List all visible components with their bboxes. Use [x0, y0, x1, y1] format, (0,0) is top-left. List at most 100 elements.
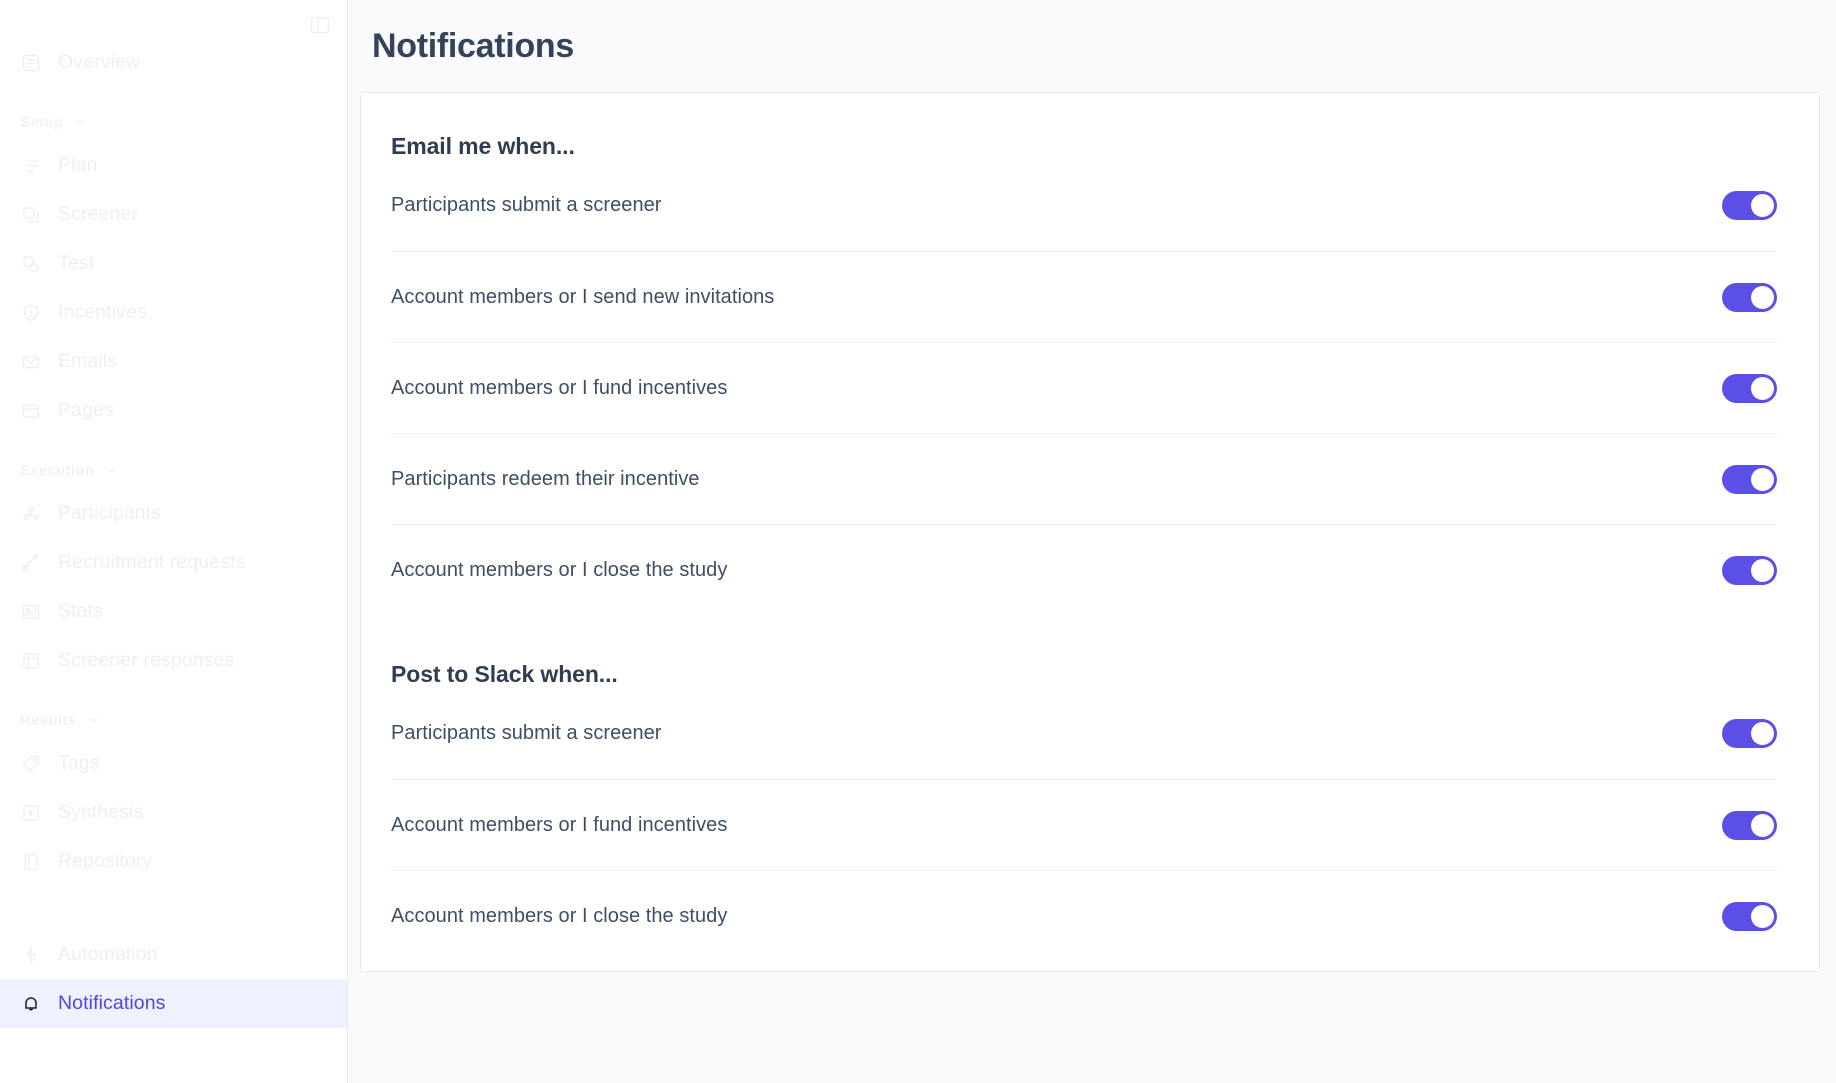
notification-row: Participants redeem their incentive	[391, 433, 1777, 524]
notification-label: Account members or I fund incentives	[391, 813, 728, 836]
notification-label: Account members or I close the study	[391, 904, 728, 927]
section-heading-slack: Post to Slack when...	[391, 661, 618, 687]
sidebar-item-label: Plan	[58, 154, 98, 176]
toggle-knob	[1751, 194, 1774, 217]
sidebar-item-label: Tags	[58, 752, 100, 774]
sidebar-item-screener-responses[interactable]: Screener responses	[0, 636, 347, 685]
sidebar-item-synthesis[interactable]: Synthesis	[0, 788, 347, 837]
sidebar: Overview Setup Plan Screener Test Incent…	[0, 0, 348, 1083]
chevron-down-icon	[73, 115, 87, 129]
notification-toggle[interactable]	[1722, 719, 1777, 748]
sidebar-item-label: Test	[58, 252, 95, 274]
sidebar-item-notifications[interactable]: Notifications	[0, 979, 347, 1028]
sidebar-group-setup[interactable]: Setup	[0, 103, 347, 141]
sidebar-item-label: Emails	[58, 350, 118, 372]
bell-icon	[20, 993, 42, 1015]
notification-toggle[interactable]	[1722, 464, 1777, 494]
list-icon	[20, 155, 42, 177]
toggle-knob	[1751, 558, 1774, 582]
slack-notification-rows: Participants submit a screener Account m…	[391, 688, 1777, 961]
notification-label: Account members or I close the study	[391, 558, 728, 581]
sidebar-item-label: Repository	[58, 850, 153, 872]
notification-label: Account members or I send new invitation…	[391, 285, 775, 308]
section-heading-email: Email me when...	[391, 133, 575, 159]
sidebar-item-label: Stats	[58, 600, 103, 622]
sidebar-item-tags[interactable]: Tags	[0, 739, 347, 788]
sparkle-grid-icon	[20, 802, 42, 824]
megaphone-icon	[20, 552, 42, 574]
panel-collapse-icon[interactable]	[305, 10, 335, 40]
sidebar-group-label: Execution	[20, 461, 95, 479]
sidebar-item-label: Notifications	[58, 992, 166, 1014]
sidebar-item-automation[interactable]: Automation	[0, 930, 347, 979]
notification-row: Participants submit a screener	[391, 160, 1777, 251]
chevron-down-icon	[86, 713, 100, 727]
sidebar-item-participants[interactable]: Participants	[0, 489, 347, 538]
sidebar-item-stats[interactable]: Stats	[0, 587, 347, 636]
page-title: Notifications	[372, 27, 574, 65]
sidebar-item-plan[interactable]: Plan	[0, 141, 347, 190]
notifications-settings-card: Email me when... Participants submit a s…	[360, 92, 1820, 972]
notification-row: Participants submit a screener	[391, 688, 1777, 779]
notification-toggle[interactable]	[1722, 191, 1777, 220]
toggle-knob	[1751, 467, 1774, 491]
app-root: Overview Setup Plan Screener Test Incent…	[0, 0, 1836, 1083]
envelope-icon	[20, 351, 42, 373]
tag-icon	[20, 753, 42, 775]
sidebar-group-execution[interactable]: Execution	[0, 451, 347, 489]
sidebar-item-incentives[interactable]: Incentives	[0, 288, 347, 337]
sidebar-item-label: Incentives	[58, 301, 147, 323]
notification-label: Participants submit a screener	[391, 194, 662, 216]
people-icon	[20, 503, 42, 525]
sidebar-group-results[interactable]: Results	[0, 701, 347, 739]
email-notification-rows: Participants submit a screener Account m…	[391, 160, 1777, 615]
notification-label: Account members or I fund incentives	[391, 376, 728, 399]
sidebar-nav: Overview Setup Plan Screener Test Incent…	[0, 0, 347, 1028]
lightning-icon	[20, 944, 42, 966]
window-icon	[20, 400, 42, 422]
sidebar-item-overview[interactable]: Overview	[0, 38, 347, 87]
notification-row: Account members or I send new invitation…	[391, 251, 1777, 342]
notification-row: Account members or I fund incentives	[391, 342, 1777, 433]
sidebar-group-label: Setup	[20, 113, 64, 131]
sidebar-item-label: Pages	[58, 399, 114, 421]
sidebar-item-label: Screener responses	[58, 649, 235, 671]
notification-toggle[interactable]	[1722, 901, 1777, 931]
toggle-knob	[1751, 376, 1774, 400]
notification-row: Account members or I close the study	[391, 870, 1777, 961]
chevron-down-icon	[104, 463, 118, 477]
sidebar-item-label: Screener	[58, 203, 138, 225]
notification-toggle[interactable]	[1722, 555, 1777, 585]
notification-row: Account members or I close the study	[391, 524, 1777, 615]
notification-label: Participants submit a screener	[391, 722, 662, 744]
table-icon	[20, 650, 42, 672]
sidebar-item-label: Overview	[58, 51, 141, 73]
notification-toggle[interactable]	[1722, 282, 1777, 312]
sidebar-item-test[interactable]: Test	[0, 239, 347, 288]
sidebar-item-emails[interactable]: Emails	[0, 337, 347, 386]
toggle-knob	[1751, 813, 1774, 837]
flask-icon	[20, 253, 42, 275]
shield-icon	[20, 302, 42, 324]
image-chart-icon	[20, 601, 42, 623]
sidebar-item-label: Recruitment requests	[58, 551, 246, 573]
notification-row: Account members or I fund incentives	[391, 779, 1777, 870]
book-icon	[20, 851, 42, 873]
sidebar-item-pages[interactable]: Pages	[0, 386, 347, 435]
sidebar-item-recruitment-requests[interactable]: Recruitment requests	[0, 538, 347, 587]
toggle-knob	[1751, 904, 1774, 928]
sidebar-item-label: Synthesis	[58, 801, 144, 823]
notification-label: Participants redeem their incentive	[391, 467, 700, 490]
main-content: Notifications Email me when... Participa…	[348, 0, 1836, 1083]
sidebar-item-screener[interactable]: Screener	[0, 190, 347, 239]
sidebar-item-label: Participants	[58, 502, 162, 524]
toggle-knob	[1751, 722, 1774, 745]
sidebar-group-label: Results	[20, 711, 77, 729]
clipboard-icon	[20, 204, 42, 226]
notification-toggle[interactable]	[1722, 373, 1777, 403]
toggle-knob	[1751, 285, 1774, 309]
document-icon	[20, 52, 42, 74]
notification-toggle[interactable]	[1722, 810, 1777, 840]
sidebar-item-repository[interactable]: Repository	[0, 837, 347, 886]
